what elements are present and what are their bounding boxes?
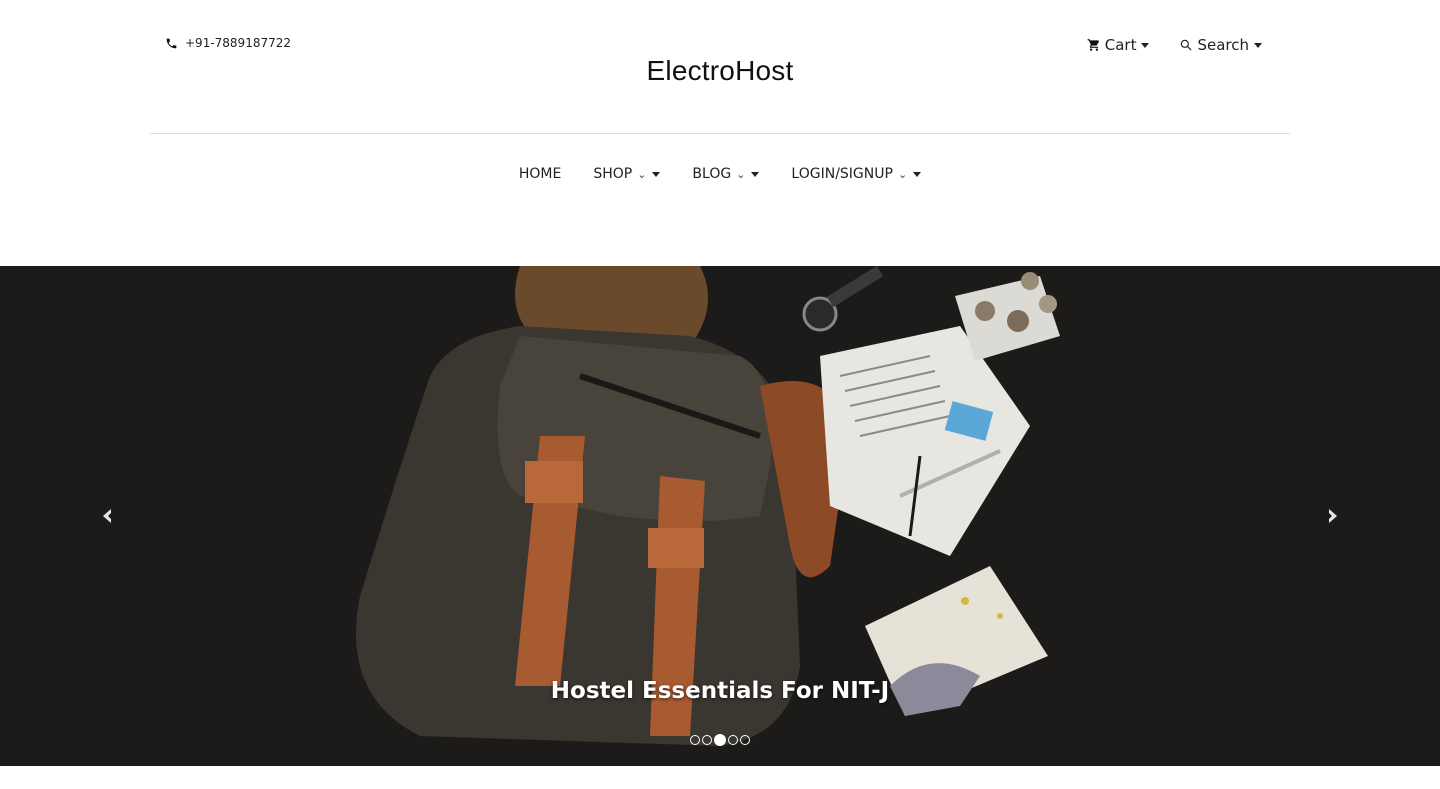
main-nav: HOME SHOP ⌄ BLOG ⌄ LOGIN/SIGNUP ⌄ xyxy=(0,166,1440,182)
site-logo[interactable]: ElectroHost xyxy=(150,55,1290,87)
phone-number: +91-7889187722 xyxy=(185,36,292,50)
cart-icon xyxy=(1087,39,1099,51)
carousel-indicator[interactable] xyxy=(690,735,700,745)
nav-label: SHOP xyxy=(593,166,633,182)
phone-icon xyxy=(166,38,177,48)
carousel-indicators xyxy=(0,734,1440,746)
chevron-right-icon xyxy=(1329,509,1337,523)
search-label: Search xyxy=(1197,36,1249,54)
carousel-indicator-active[interactable] xyxy=(714,734,726,746)
hero-carousel: Hostel Essentials For NIT-J xyxy=(0,266,1440,766)
phone-contact[interactable]: +91-7889187722 xyxy=(165,36,291,50)
carousel-indicator[interactable] xyxy=(728,735,738,745)
brand-name: ElectroHost xyxy=(646,55,794,86)
caret-down-icon xyxy=(751,171,760,177)
caret-down-icon xyxy=(1141,42,1150,48)
caret-down-icon xyxy=(652,171,661,177)
nav-item-blog[interactable]: BLOG ⌄ xyxy=(692,166,760,182)
header-actions: Cart Search xyxy=(1087,36,1262,54)
chevron-down-icon: ⌄ xyxy=(637,167,647,181)
carousel-next-button[interactable] xyxy=(1320,504,1344,528)
top-header: +91-7889187722 ElectroHost Cart Search xyxy=(150,0,1290,134)
caret-down-icon xyxy=(1254,42,1262,48)
nav-label: BLOG xyxy=(692,166,732,182)
nav-item-login-signup[interactable]: LOGIN/SIGNUP ⌄ xyxy=(791,166,922,182)
carousel-indicator[interactable] xyxy=(740,735,750,745)
nav-item-home[interactable]: HOME xyxy=(519,166,561,182)
search-icon xyxy=(1181,39,1192,51)
nav-label: LOGIN/SIGNUP xyxy=(791,166,893,182)
cart-label: Cart xyxy=(1104,36,1137,54)
nav-label: HOME xyxy=(518,166,562,182)
carousel-indicator[interactable] xyxy=(702,735,712,745)
caret-down-icon xyxy=(913,171,922,177)
chevron-down-icon: ⌄ xyxy=(736,167,746,181)
chevron-left-icon xyxy=(103,509,111,523)
chevron-down-icon: ⌄ xyxy=(897,167,908,181)
slide-caption: Hostel Essentials For NIT-J xyxy=(550,678,890,704)
carousel-prev-button[interactable] xyxy=(96,504,120,528)
cart-dropdown[interactable]: Cart xyxy=(1087,36,1150,54)
search-dropdown[interactable]: Search xyxy=(1179,36,1262,54)
nav-item-shop[interactable]: SHOP ⌄ xyxy=(593,166,661,182)
